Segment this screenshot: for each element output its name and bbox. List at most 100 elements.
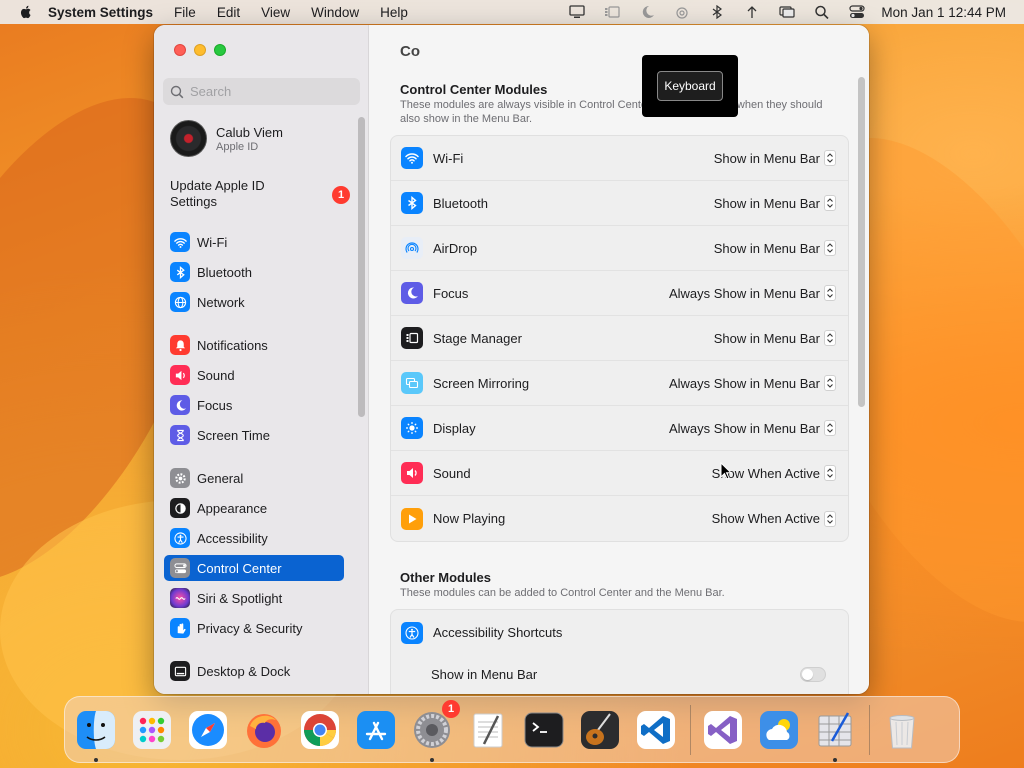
sidebar-search[interactable]: [163, 78, 360, 105]
dock-textedit[interactable]: [464, 706, 512, 754]
sidebar-item-general[interactable]: General: [164, 465, 344, 491]
trash-icon: [889, 714, 915, 748]
zoom-window-button[interactable]: [214, 44, 226, 56]
play-icon: [401, 507, 423, 530]
module-visibility-select[interactable]: Show in Menu Bar: [714, 195, 836, 211]
dock-firefox[interactable]: [240, 706, 288, 754]
menu-view[interactable]: View: [261, 5, 290, 20]
dock-launchpad[interactable]: [128, 706, 176, 754]
select-value: Show in Menu Bar: [713, 240, 820, 256]
sidebar-item-desktop-dock[interactable]: Desktop & Dock: [164, 658, 344, 684]
keyboard-tooltip: Keyboard: [642, 55, 738, 117]
stage-manager-menu-icon[interactable]: [602, 4, 622, 20]
module-visibility-select[interactable]: Always Show in Menu Bar: [669, 375, 836, 391]
chevron-updown-icon: [824, 240, 836, 256]
visual-studio-icon: [704, 710, 742, 749]
page-title: Co: [400, 43, 420, 60]
module-label: AirDrop: [433, 240, 478, 256]
control-center-menu-icon[interactable]: [847, 4, 867, 20]
dock-finder[interactable]: [72, 706, 120, 762]
module-visibility-select[interactable]: Always Show in Menu Bar: [669, 420, 836, 436]
module-row-focus: Focus Always Show in Menu Bar: [391, 271, 848, 316]
module-visibility-select[interactable]: Show in Menu Bar: [714, 330, 836, 346]
weather-icon: [760, 710, 798, 749]
other-modules-description: These modules can be added to Control Ce…: [400, 587, 725, 599]
search-input[interactable]: [190, 84, 350, 99]
stage-manager-icon: [401, 327, 423, 349]
sidebar-item-siri-spotlight[interactable]: Siri & Spotlight: [164, 585, 344, 611]
sidebar-item-accessibility[interactable]: Accessibility: [164, 525, 344, 551]
close-window-button[interactable]: [174, 44, 186, 56]
dock-safari[interactable]: [184, 706, 232, 754]
sidebar-item-focus[interactable]: Focus: [164, 392, 344, 418]
dock-chrome[interactable]: [296, 706, 344, 754]
menu-file[interactable]: File: [174, 5, 196, 20]
sidebar-item-label: General: [197, 470, 244, 486]
bluetooth-menu-icon[interactable]: [707, 4, 727, 20]
sidebar-item-bluetooth[interactable]: Bluetooth: [164, 259, 344, 285]
spotlight-search-icon[interactable]: [812, 4, 832, 20]
minimize-window-button[interactable]: [194, 44, 206, 56]
module-visibility-select[interactable]: Show in Menu Bar: [714, 150, 836, 166]
hand-icon: [170, 618, 190, 638]
menu-help[interactable]: Help: [380, 5, 408, 20]
airdrop-icon: [401, 237, 423, 259]
wifi-menu-icon[interactable]: [742, 4, 762, 20]
display-menu-icon[interactable]: [567, 4, 587, 20]
sidebar-scrollbar[interactable]: [358, 117, 365, 417]
menu-edit[interactable]: Edit: [217, 5, 240, 20]
module-label: Bluetooth: [433, 195, 488, 211]
vscode-icon: [637, 710, 675, 749]
sidebar-item-screen-time[interactable]: Screen Time: [164, 422, 344, 448]
dock-system-settings[interactable]: 1: [408, 699, 460, 762]
menu-bar-clock[interactable]: Mon Jan 1 12:44 PM: [881, 5, 1006, 20]
module-visibility-select[interactable]: Show in Menu Bar: [714, 240, 836, 256]
moon-icon: [170, 395, 190, 415]
dock-vscode[interactable]: [632, 706, 680, 754]
select-value: Show in Menu Bar: [713, 150, 820, 166]
apple-logo-icon[interactable]: [18, 4, 34, 20]
chevron-updown-icon: [824, 285, 836, 301]
update-apple-id-item[interactable]: Update Apple ID Settings 1: [170, 178, 350, 210]
sidebar-item-appearance[interactable]: Appearance: [164, 495, 344, 521]
control-center-modules-description: These modules are always visible in Cont…: [400, 99, 823, 125]
airdrop-menu-icon[interactable]: [672, 4, 692, 20]
screen-mirroring-menu-icon[interactable]: [777, 4, 797, 20]
show-in-menu-bar-toggle[interactable]: [800, 666, 826, 682]
apple-id-account[interactable]: Calub Viem Apple ID: [170, 120, 283, 157]
chevron-updown-icon: [824, 150, 836, 166]
sidebar-item-label: Wi-Fi: [197, 234, 228, 250]
wifi-icon: [170, 232, 190, 252]
dock-garageband[interactable]: [576, 706, 624, 754]
dock-trash[interactable]: [878, 706, 926, 754]
dock-icon: [170, 661, 190, 681]
dock-app-store[interactable]: [352, 706, 400, 754]
select-value: Always Show in Menu Bar: [668, 285, 820, 301]
module-visibility-select[interactable]: Always Show in Menu Bar: [669, 285, 836, 301]
menu-app-name[interactable]: System Settings: [48, 5, 153, 20]
sidebar-item-label: Siri & Spotlight: [197, 590, 283, 606]
sidebar-item-privacy-security[interactable]: Privacy & Security: [164, 615, 344, 641]
sidebar-item-network[interactable]: Network: [164, 289, 344, 315]
sidebar-item-label: Sound: [197, 367, 235, 383]
control-center-icon: [170, 558, 190, 578]
sidebar-item-label: Appearance: [197, 500, 268, 516]
focus-menu-icon[interactable]: [637, 4, 657, 20]
select-value: Always Show in Menu Bar: [668, 375, 820, 391]
dock-weather[interactable]: [755, 706, 803, 754]
sidebar-item-wifi[interactable]: Wi-Fi: [164, 229, 344, 255]
sidebar-item-notifications[interactable]: Notifications: [164, 332, 344, 358]
dock-visual-studio[interactable]: [699, 706, 747, 754]
select-value: Show in Menu Bar: [713, 330, 820, 346]
account-subtitle: Apple ID: [216, 140, 259, 153]
sidebar-item-control-center[interactable]: Control Center: [164, 555, 344, 581]
sidebar-item-label: Privacy & Security: [197, 620, 303, 636]
speaker-icon: [170, 365, 190, 385]
sidebar-item-label: Bluetooth: [197, 264, 252, 280]
module-visibility-select[interactable]: Show When Active: [712, 510, 836, 527]
menu-window[interactable]: Window: [311, 5, 359, 20]
main-scrollbar[interactable]: [858, 77, 865, 407]
dock-script-editor[interactable]: [811, 706, 859, 762]
dock-terminal[interactable]: [520, 706, 568, 754]
sidebar-item-sound[interactable]: Sound: [164, 362, 344, 388]
